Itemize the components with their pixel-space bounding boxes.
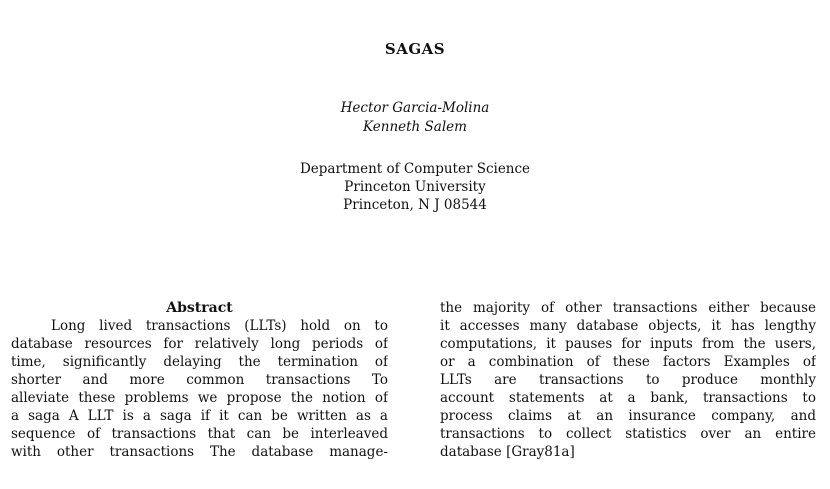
body-line: it accesses many database objects, it ha… [440, 318, 816, 334]
body-line: account statements at a bank, transactio… [440, 390, 816, 406]
abstract-line: database resources for relatively long p… [11, 336, 388, 352]
affiliation-address: Princeton, N J 08544 [343, 197, 487, 213]
abstract-line: time, significantly delaying the termina… [11, 354, 388, 370]
affiliation-university: Princeton University [344, 179, 486, 195]
body-line: transactions to collect statistics over … [440, 426, 816, 442]
paper-title: SAGAS [384, 40, 446, 58]
abstract-line: with other transactions The database man… [11, 444, 388, 460]
body-line: or a combination of these factors Exampl… [440, 354, 816, 370]
body-line: the majority of other transactions eithe… [440, 300, 816, 316]
body-line: LLTs are transactions to produce monthly [440, 372, 816, 388]
author-name: Hector Garcia-Molina [340, 100, 490, 116]
author-name: Kenneth Salem [363, 119, 467, 135]
affiliation: Department of Computer Science Princeton… [0, 160, 830, 214]
abstract-line: shorter and more common transactions To [11, 372, 388, 388]
body-line: process claims at an insurance company, … [440, 408, 816, 424]
abstract-line: sequence of transactions that can be int… [11, 426, 388, 442]
abstract-left-column: Abstract Long lived transactions (LLTs) … [11, 299, 388, 461]
abstract-line: alleviate these problems we propose the … [11, 390, 388, 406]
affiliation-department: Department of Computer Science [299, 161, 531, 177]
abstract-line: Long lived transactions (LLTs) hold on t… [51, 318, 388, 334]
abstract-heading: Abstract [166, 300, 233, 316]
abstract-right-column: the majority of other transactions eithe… [440, 299, 816, 461]
body-line: computations, it pauses for inputs from … [440, 336, 816, 352]
author-list: Hector Garcia-Molina Kenneth Salem [0, 99, 830, 137]
abstract-line: a saga A LLT is a saga if it can be writ… [11, 408, 388, 424]
body-line: database [Gray81a] [440, 444, 575, 460]
